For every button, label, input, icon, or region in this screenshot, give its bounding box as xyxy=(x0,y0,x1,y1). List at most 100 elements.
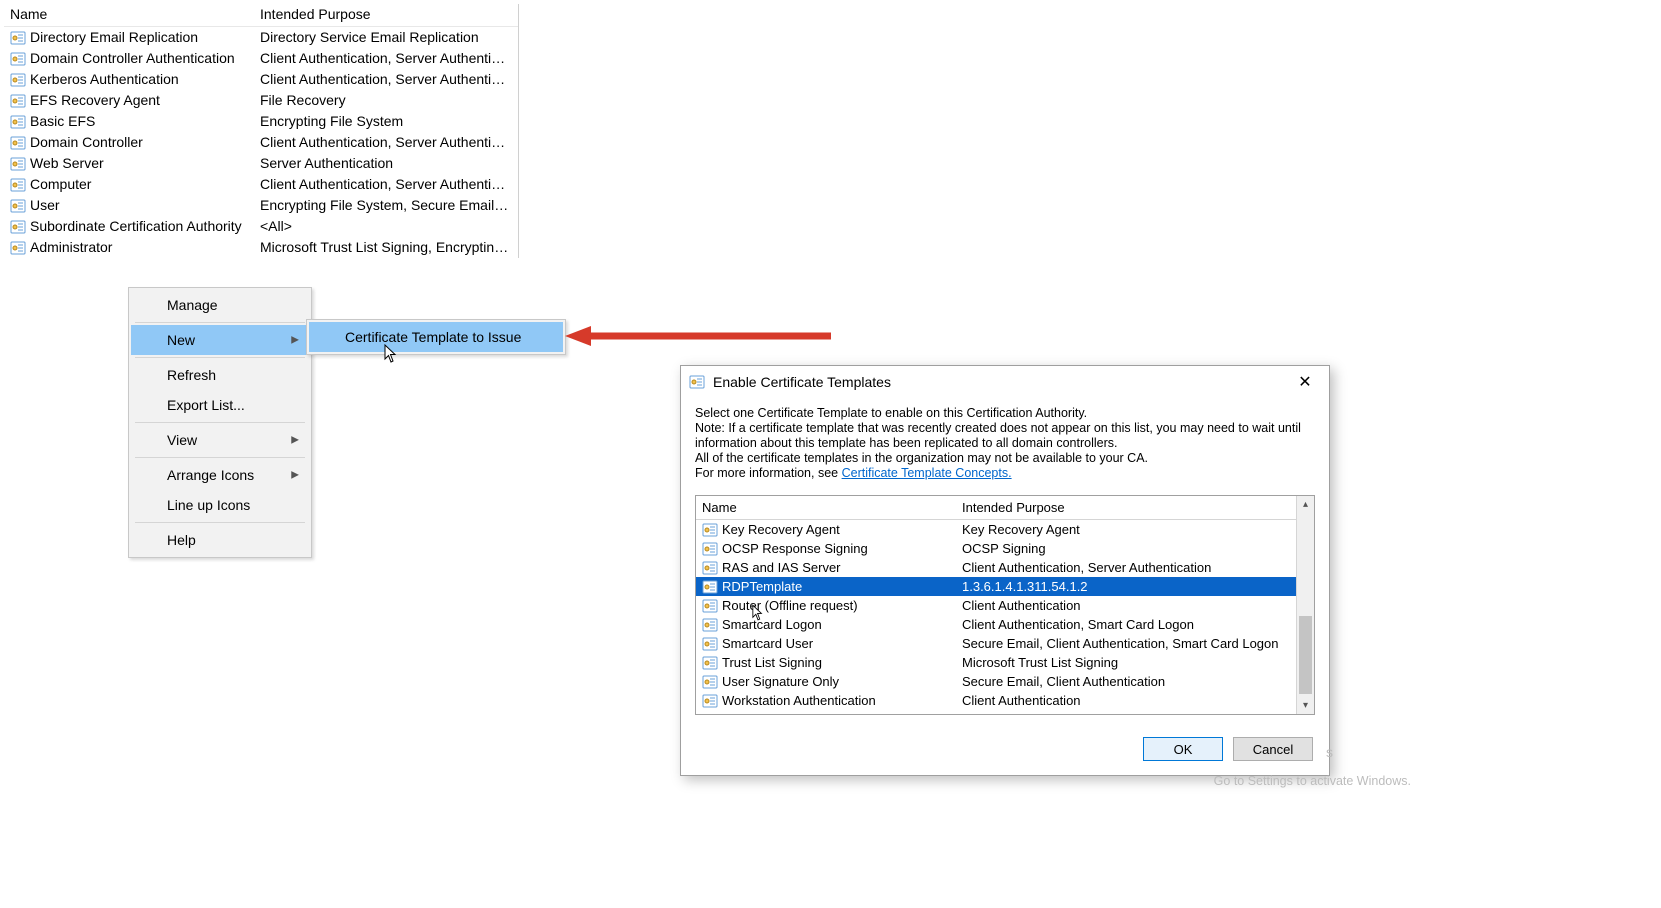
template-purpose: Client Authentication, Server Authentica… xyxy=(260,69,512,90)
cert-template-icon xyxy=(702,522,718,538)
dialog-template-row[interactable]: Router (Offline request)Client Authentic… xyxy=(696,596,1314,615)
main-template-list: Name Intended Purpose Directory Email Re… xyxy=(4,4,519,258)
cert-template-icon xyxy=(10,219,26,235)
context-menu: Manage New ▶ Refresh Export List... View… xyxy=(128,287,312,558)
template-name: Web Server xyxy=(30,153,260,174)
dialog-template-row[interactable]: RAS and IAS ServerClient Authentication,… xyxy=(696,558,1314,577)
more-info-prefix: For more information, see xyxy=(695,466,842,480)
dialog-row-purpose: Client Authentication, Server Authentica… xyxy=(962,558,1308,577)
submenu-arrow-icon: ▶ xyxy=(291,435,299,446)
cert-template-icon xyxy=(702,636,718,652)
menu-item-export-list[interactable]: Export List... xyxy=(131,390,309,420)
cert-template-icon xyxy=(702,579,718,595)
scrollbar-up-icon[interactable]: ▴ xyxy=(1297,496,1314,513)
template-row[interactable]: Basic EFSEncrypting File System xyxy=(4,111,518,132)
dialog-template-row[interactable]: Key Recovery AgentKey Recovery Agent xyxy=(696,520,1314,539)
menu-item-label: Arrange Icons xyxy=(167,467,254,483)
dialog-titlebar: Enable Certificate Templates ✕ xyxy=(681,366,1329,398)
cert-template-icon xyxy=(10,156,26,172)
dialog-template-row[interactable]: User Signature OnlySecure Email, Client … xyxy=(696,672,1314,691)
dialog-row-name: Smartcard Logon xyxy=(722,615,962,634)
context-submenu-new: Certificate Template to Issue xyxy=(306,319,566,355)
dialog-row-name: Key Recovery Agent xyxy=(722,520,962,539)
template-row[interactable]: EFS Recovery AgentFile Recovery xyxy=(4,90,518,111)
template-row[interactable]: Kerberos AuthenticationClient Authentica… xyxy=(4,69,518,90)
dialog-title-icon xyxy=(689,374,705,390)
template-name: Computer xyxy=(30,174,260,195)
ok-button[interactable]: OK xyxy=(1143,737,1223,761)
listbox-scrollbar[interactable]: ▴ ▾ xyxy=(1296,496,1314,714)
template-row[interactable]: Directory Email ReplicationDirectory Ser… xyxy=(4,27,518,48)
dialog-desc-line2: Note: If a certificate template that was… xyxy=(695,421,1315,451)
cert-template-icon xyxy=(702,617,718,633)
dialog-button-bar: OK Cancel xyxy=(681,715,1329,775)
menu-item-new[interactable]: New ▶ xyxy=(131,325,309,355)
listbox-header: Name Intended Purpose xyxy=(696,496,1314,520)
cert-template-icon xyxy=(10,114,26,130)
menu-separator xyxy=(135,522,305,523)
listbox-header-purpose[interactable]: Intended Purpose xyxy=(962,500,1308,515)
template-row[interactable]: Subordinate Certification Authority<All> xyxy=(4,216,518,237)
watermark-activate-windows: Go to Settings to activate Windows. xyxy=(1214,774,1411,788)
cert-template-icon xyxy=(702,674,718,690)
dialog-template-row[interactable]: Trust List SigningMicrosoft Trust List S… xyxy=(696,653,1314,672)
menu-item-lineup-icons[interactable]: Line up Icons xyxy=(131,490,309,520)
dialog-row-name: Trust List Signing xyxy=(722,653,962,672)
dialog-row-name: Smartcard User xyxy=(722,634,962,653)
template-purpose: Microsoft Trust List Signing, Encrypting… xyxy=(260,237,512,258)
cert-template-icon xyxy=(702,598,718,614)
cancel-button[interactable]: Cancel xyxy=(1233,737,1313,761)
dialog-template-row[interactable]: RDPTemplate1.3.6.1.4.1.311.54.1.2 xyxy=(696,577,1314,596)
template-row[interactable]: Domain ControllerClient Authentication, … xyxy=(4,132,518,153)
template-row[interactable]: ComputerClient Authentication, Server Au… xyxy=(4,174,518,195)
cert-template-icon xyxy=(702,655,718,671)
main-list-header: Name Intended Purpose xyxy=(4,4,518,27)
menu-item-view[interactable]: View ▶ xyxy=(131,425,309,455)
dialog-template-row[interactable]: Smartcard UserSecure Email, Client Authe… xyxy=(696,634,1314,653)
template-purpose: Client Authentication, Server Authentica… xyxy=(260,48,512,69)
menu-item-arrange-icons[interactable]: Arrange Icons ▶ xyxy=(131,460,309,490)
menu-item-manage[interactable]: Manage xyxy=(131,290,309,320)
submenu-arrow-icon: ▶ xyxy=(291,335,299,346)
submenu-item-cert-template-to-issue[interactable]: Certificate Template to Issue xyxy=(309,322,563,352)
link-cert-template-concepts[interactable]: Certificate Template Concepts. xyxy=(842,466,1012,480)
cert-template-icon xyxy=(10,198,26,214)
cert-template-icon xyxy=(10,135,26,151)
template-row[interactable]: Web ServerServer Authentication xyxy=(4,153,518,174)
column-header-name[interactable]: Name xyxy=(10,6,260,22)
listbox-header-name[interactable]: Name xyxy=(702,500,962,515)
template-row[interactable]: AdministratorMicrosoft Trust List Signin… xyxy=(4,237,518,258)
cert-template-icon xyxy=(702,693,718,709)
scrollbar-down-icon[interactable]: ▾ xyxy=(1297,697,1314,714)
template-name: Domain Controller Authentication xyxy=(30,48,260,69)
menu-item-refresh[interactable]: Refresh xyxy=(131,360,309,390)
cert-template-icon xyxy=(10,93,26,109)
column-header-purpose[interactable]: Intended Purpose xyxy=(260,6,512,22)
dialog-row-name: Workstation Authentication xyxy=(722,691,962,710)
template-purpose: Directory Service Email Replication xyxy=(260,27,512,48)
cert-template-icon xyxy=(10,30,26,46)
scrollbar-thumb[interactable] xyxy=(1299,616,1312,694)
dialog-more-info: For more information, see Certificate Te… xyxy=(695,466,1315,481)
cert-template-icon xyxy=(10,51,26,67)
dialog-desc-line3: All of the certificate templates in the … xyxy=(695,451,1315,466)
template-row[interactable]: Domain Controller AuthenticationClient A… xyxy=(4,48,518,69)
watermark-text-fragment: s xyxy=(1326,744,1333,760)
template-row[interactable]: UserEncrypting File System, Secure Email… xyxy=(4,195,518,216)
menu-separator xyxy=(135,357,305,358)
dialog-template-row[interactable]: Workstation AuthenticationClient Authent… xyxy=(696,691,1314,710)
dialog-template-row[interactable]: Smartcard LogonClient Authentication, Sm… xyxy=(696,615,1314,634)
template-name: Kerberos Authentication xyxy=(30,69,260,90)
dialog-row-purpose: OCSP Signing xyxy=(962,539,1308,558)
dialog-row-purpose: Client Authentication xyxy=(962,596,1308,615)
dialog-desc-line1: Select one Certificate Template to enabl… xyxy=(695,406,1315,421)
dialog-close-button[interactable]: ✕ xyxy=(1289,372,1321,392)
dialog-row-purpose: Secure Email, Client Authentication, Sma… xyxy=(962,634,1308,653)
template-purpose: Client Authentication, Server Authentica… xyxy=(260,132,512,153)
menu-separator xyxy=(135,457,305,458)
menu-separator xyxy=(135,322,305,323)
menu-item-help[interactable]: Help xyxy=(131,525,309,555)
dialog-template-row[interactable]: OCSP Response SigningOCSP Signing xyxy=(696,539,1314,558)
dialog-row-name: RDPTemplate xyxy=(722,577,962,596)
dialog-row-purpose: Client Authentication, Smart Card Logon xyxy=(962,615,1308,634)
